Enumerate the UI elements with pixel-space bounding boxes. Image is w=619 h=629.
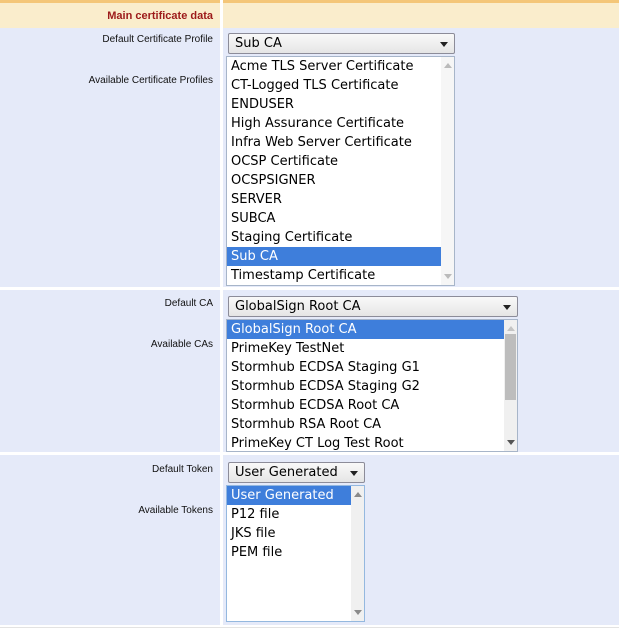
default-ca-label: Default CA — [165, 298, 213, 309]
list-option[interactable]: ENDUSER — [227, 95, 441, 114]
select-value: GlobalSign Root CA — [229, 299, 361, 314]
list-option[interactable]: Stormhub RSA Root CA — [227, 415, 504, 434]
scroll-down-icon[interactable] — [507, 440, 515, 445]
scroll-up-icon[interactable] — [354, 492, 362, 497]
header-title-cell: Main certificate data — [0, 0, 220, 28]
available-certificate-profiles-label: Available Certificate Profiles — [89, 75, 213, 86]
scroll-up-icon[interactable] — [444, 63, 452, 68]
list-option[interactable]: PrimeKey CT Log Test Root — [227, 434, 504, 452]
list-option[interactable]: PrimeKey TestNet — [227, 339, 504, 358]
default-token-label: Default Token — [152, 464, 213, 475]
available-tokens-list[interactable]: User GeneratedP12 fileJKS filePEM file — [226, 485, 365, 622]
scroll-down-icon[interactable] — [354, 610, 362, 615]
scrollbar[interactable] — [504, 320, 517, 451]
scrollbar[interactable] — [441, 57, 454, 285]
header-row: Main certificate data — [0, 0, 619, 28]
option-group: GlobalSign Root CAPrimeKey TestNetStormh… — [227, 320, 517, 452]
available-cas-list[interactable]: GlobalSign Root CAPrimeKey TestNetStormh… — [226, 319, 518, 452]
list-option[interactable]: Infra Web Server Certificate — [227, 133, 441, 152]
list-option[interactable]: JKS file — [227, 524, 351, 543]
chevron-down-icon — [503, 305, 511, 310]
ca-controls-cell: GlobalSign Root CA GlobalSign Root CAPri… — [223, 290, 619, 452]
section-title: Main certificate data — [107, 10, 220, 22]
list-option[interactable]: CT-Logged TLS Certificate — [227, 76, 441, 95]
token-labels-cell: Default Token Available Tokens — [0, 455, 220, 625]
list-option[interactable]: Staging Certificate — [227, 228, 441, 247]
list-option[interactable]: Sub CA — [227, 247, 441, 266]
option-group: User GeneratedP12 fileJKS filePEM file — [227, 486, 364, 562]
list-option[interactable]: High Assurance Certificate — [227, 114, 441, 133]
certificate-profile-controls-cell: Sub CA Acme TLS Server CertificateCT-Log… — [223, 28, 619, 287]
default-token-select[interactable]: User Generated — [228, 462, 365, 483]
list-option[interactable]: Timestamp Certificate — [227, 266, 441, 285]
list-option[interactable]: Stormhub ECDSA Root CA — [227, 396, 504, 415]
list-option[interactable]: OCSPSIGNER — [227, 171, 441, 190]
certificate-profile-labels-cell: Default Certificate Profile Available Ce… — [0, 28, 220, 287]
token-controls-cell: User Generated User GeneratedP12 fileJKS… — [223, 455, 619, 625]
list-option[interactable]: Stormhub ECDSA Staging G2 — [227, 377, 504, 396]
default-certificate-profile-label: Default Certificate Profile — [102, 34, 213, 45]
available-tokens-label: Available Tokens — [138, 505, 213, 516]
chevron-down-icon — [350, 471, 358, 476]
main-certificate-data-panel: Main certificate data Default Certificat… — [0, 0, 619, 629]
available-certificate-profiles-list[interactable]: Acme TLS Server CertificateCT-Logged TLS… — [226, 56, 455, 286]
chevron-down-icon — [440, 42, 448, 47]
scroll-down-icon[interactable] — [444, 274, 452, 279]
select-value: User Generated — [229, 465, 338, 480]
ca-labels-cell: Default CA Available CAs — [0, 290, 220, 452]
default-certificate-profile-select[interactable]: Sub CA — [228, 33, 455, 54]
token-section: Default Token Available Tokens User Gene… — [0, 455, 619, 625]
list-option[interactable]: Acme TLS Server Certificate — [227, 57, 441, 76]
list-option[interactable]: Stormhub ECDSA Staging G1 — [227, 358, 504, 377]
list-option[interactable]: GlobalSign Root CA — [227, 320, 504, 339]
scroll-up-icon[interactable] — [507, 326, 515, 331]
scrollbar[interactable] — [351, 486, 364, 621]
scrollbar-thumb[interactable] — [505, 334, 516, 400]
list-option[interactable]: P12 file — [227, 505, 351, 524]
default-ca-select[interactable]: GlobalSign Root CA — [228, 296, 518, 317]
bottom-divider — [0, 627, 619, 628]
list-option[interactable]: PEM file — [227, 543, 351, 562]
option-group: Acme TLS Server CertificateCT-Logged TLS… — [227, 57, 454, 285]
certificate-profile-section: Default Certificate Profile Available Ce… — [0, 28, 619, 287]
header-spacer-cell — [223, 0, 619, 28]
list-option[interactable]: OCSP Certificate — [227, 152, 441, 171]
list-option[interactable]: SERVER — [227, 190, 441, 209]
list-option[interactable]: User Generated — [227, 486, 351, 505]
select-value: Sub CA — [229, 36, 282, 51]
list-option[interactable]: SUBCA — [227, 209, 441, 228]
available-cas-label: Available CAs — [151, 339, 213, 350]
ca-section: Default CA Available CAs GlobalSign Root… — [0, 290, 619, 452]
